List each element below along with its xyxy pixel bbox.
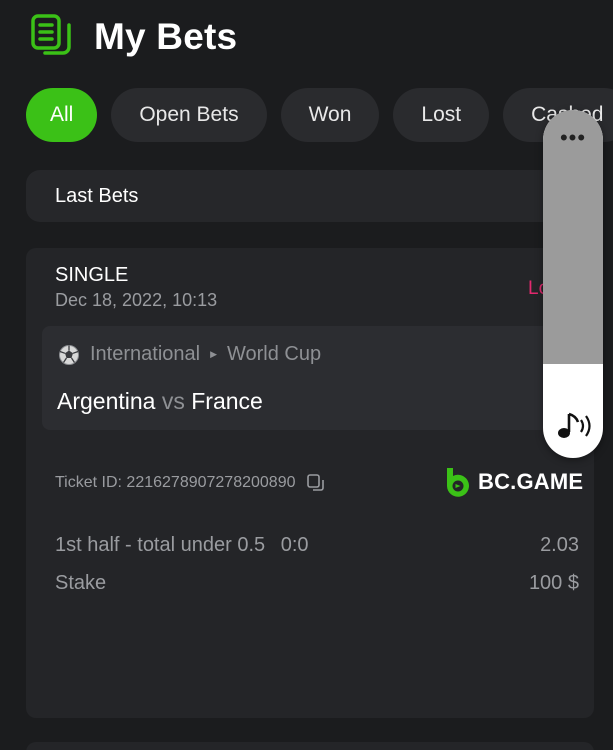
selection-market: 1st half - total under 0.5 (55, 534, 266, 556)
page-title: My Bets (94, 16, 238, 57)
away-team: France (191, 388, 263, 414)
ticket-id-value: 2216278907278200890 (126, 474, 296, 491)
match-teams: Argentina vs France (57, 388, 263, 415)
last-bets-label: Last Bets (55, 184, 139, 207)
ticket-id-label: Ticket ID: (55, 474, 122, 491)
selection-pick: 0:0 (280, 534, 309, 556)
league-category: International (90, 343, 201, 365)
next-bet-card[interactable] (26, 742, 594, 750)
page-header: My Bets (30, 10, 237, 64)
home-team: Argentina (57, 388, 156, 414)
bets-list-icon (31, 14, 71, 55)
league-competition: World Cup (227, 343, 322, 365)
last-bets-dropdown[interactable]: Last Bets (26, 170, 586, 222)
tab-all[interactable]: All (26, 88, 98, 142)
tab-open-bets[interactable]: Open Bets (111, 88, 267, 142)
volume-overlay[interactable]: ••• (543, 110, 603, 458)
sound-icon[interactable] (555, 410, 593, 444)
tab-lost[interactable]: Lost (393, 88, 490, 142)
bet-card[interactable]: SINGLE Dec 18, 2022, 10:13 Lost Internat… (26, 248, 594, 718)
copy-icon[interactable] (306, 473, 326, 493)
selection-odds: 2.03 (540, 534, 579, 556)
brand-name: BC.GAME (478, 469, 584, 494)
stake-row: Stake 100 $ (55, 572, 579, 595)
bet-type: SINGLE (55, 264, 129, 286)
soccer-ball-icon (59, 344, 79, 365)
league-breadcrumb: International ▶ World Cup (58, 343, 321, 366)
stake-label: Stake (55, 572, 107, 594)
bet-filter-tabs: All Open Bets Won Lost Cashed (26, 88, 613, 142)
breadcrumb-arrow-icon: ▶ (210, 349, 217, 359)
tab-won[interactable]: Won (280, 88, 380, 142)
bet-date: Dec 18, 2022, 10:13 (55, 290, 218, 310)
more-dots-icon[interactable]: ••• (543, 127, 603, 149)
bc-game-logo-icon (447, 468, 469, 497)
match-info[interactable]: International ▶ World Cup Argentina vs F… (42, 326, 572, 430)
versus-label: vs (161, 388, 185, 414)
stake-value: 100 $ (528, 572, 579, 594)
selection-row: 1st half - total under 0.5 0:0 2.03 (55, 534, 579, 557)
ticket-id: Ticket ID: 2216278907278200890 (55, 473, 326, 493)
brand-logo: BC.GAME (444, 466, 583, 498)
